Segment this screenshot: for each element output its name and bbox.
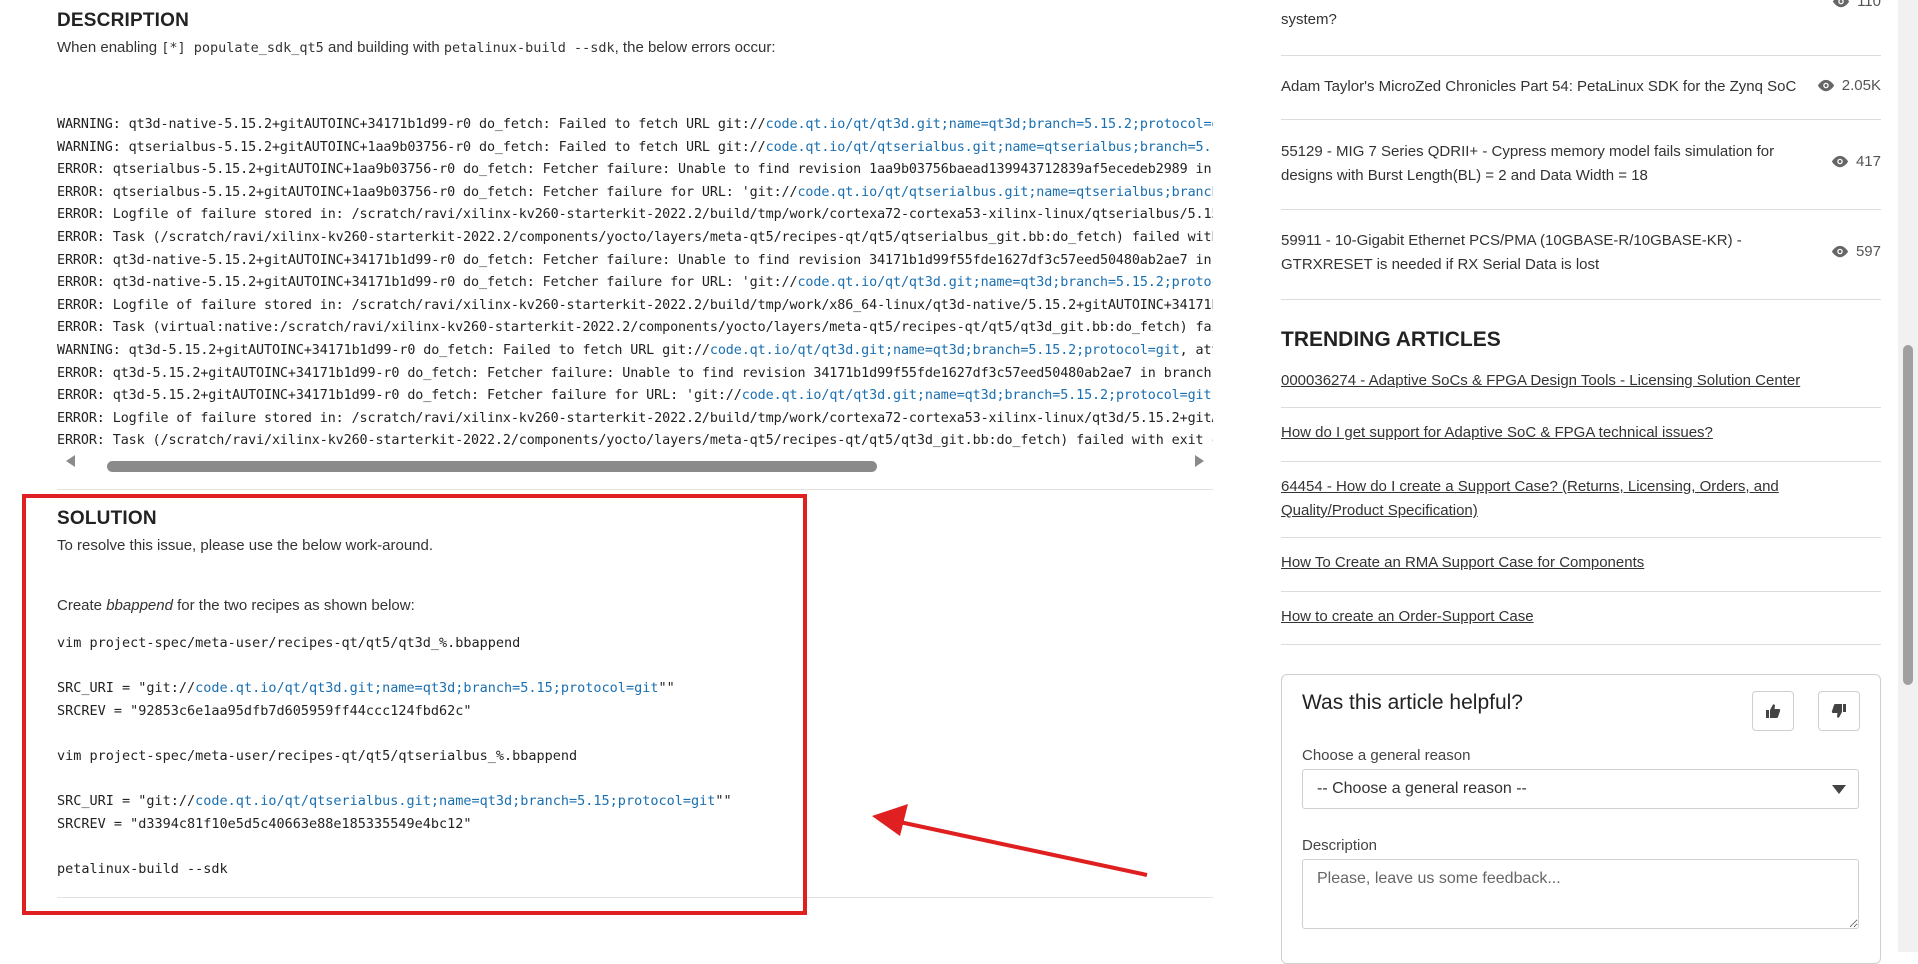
description-heading: DESCRIPTION — [57, 10, 190, 31]
trending-article-item[interactable]: How To Create an RMA Support Case for Co… — [1281, 537, 1881, 592]
view-count-value: 597 — [1855, 243, 1881, 260]
annotation-highlight-box — [22, 494, 807, 915]
chevron-down-icon — [1832, 785, 1846, 794]
intro-text: and building with — [323, 39, 444, 56]
log-line: ERROR: qtserialbus-5.15.2+gitAUTOINC+1aa… — [57, 159, 1213, 182]
intro-code-option: [*] populate_sdk_qt5 — [161, 40, 324, 56]
reason-select[interactable]: -- Choose a general reason -- — [1302, 769, 1859, 809]
eye-icon — [1832, 0, 1850, 8]
log-url-link[interactable]: code.qt.io/qt/qtserialbus.git;name=qtser… — [797, 185, 1213, 200]
related-article-item[interactable]: Adam Taylor's MicroZed Chronicles Part 5… — [1281, 55, 1881, 120]
intro-text: When enabling — [57, 39, 162, 56]
eye-icon — [1831, 155, 1849, 168]
feedback-title: Was this article helpful? — [1302, 691, 1523, 714]
thumbs-up-icon — [1766, 704, 1781, 718]
trending-articles-heading: TRENDING ARTICLES — [1281, 328, 1501, 351]
log-text: ERROR: Task (/scratch/ravi/xilinx-kv260-… — [57, 229, 1213, 245]
intro-text: , the below errors occur: — [614, 39, 776, 56]
trending-article-link[interactable]: How do I get support for Adaptive SoC & … — [1281, 421, 1881, 445]
trending-article-item[interactable]: How do I get support for Adaptive SoC & … — [1281, 407, 1881, 462]
log-line: WARNING: qt3d-5.15.2+gitAUTOINC+34171b1d… — [57, 340, 1213, 363]
view-count-value: 2.05K — [1841, 77, 1881, 94]
log-line: ERROR: Task (/scratch/ravi/xilinx-kv260-… — [57, 227, 1213, 250]
log-line: ERROR: Logfile of failure stored in: /sc… — [57, 204, 1213, 227]
view-count-value: 417 — [1855, 153, 1881, 170]
log-line: WARNING: qtserialbus-5.15.2+gitAUTOINC+1… — [57, 137, 1213, 160]
log-url-link[interactable]: code.qt.io/qt/qt3d.git;name=qt3d;branch=… — [766, 117, 1213, 132]
log-text: ERROR: qt3d-native-5.15.2+gitAUTOINC+341… — [57, 252, 1213, 268]
log-text: ERROR: Task (/scratch/ravi/xilinx-kv260-… — [57, 433, 1213, 449]
log-line: ERROR: Task (virtual:native:/scratch/rav… — [57, 317, 1213, 340]
log-text: WARNING: qt3d-native-5.15.2+gitAUTOINC+3… — [57, 117, 766, 132]
related-article-title[interactable]: system? — [1281, 8, 1801, 32]
thumbs-down-icon — [1831, 704, 1846, 718]
log-text: ERROR: qtserialbus-5.15.2+gitAUTOINC+1aa… — [57, 162, 1213, 178]
related-article-item[interactable]: system? 110 — [1281, 0, 1881, 56]
trending-article-link[interactable]: How To Create an RMA Support Case for Co… — [1281, 551, 1881, 575]
thumbs-up-button[interactable] — [1752, 691, 1794, 731]
related-article-item[interactable]: 55129 - MIG 7 Series QDRII+ - Cypress me… — [1281, 119, 1881, 210]
thumbs-down-button[interactable] — [1818, 691, 1860, 731]
log-text: WARNING: qtserialbus-5.15.2+gitAUTOINC+1… — [57, 139, 766, 155]
log-line: ERROR: qt3d-5.15.2+gitAUTOINC+34171b1d99… — [57, 385, 1213, 408]
related-article-title[interactable]: 59911 - 10-Gigabit Ethernet PCS/PMA (10G… — [1281, 229, 1801, 277]
trending-article-item[interactable]: 000036274 - Adaptive SoCs & FPGA Design … — [1281, 354, 1881, 408]
log-line: ERROR: qt3d-native-5.15.2+gitAUTOINC+341… — [57, 250, 1213, 273]
log-text: WARNING: qt3d-5.15.2+gitAUTOINC+34171b1d… — [57, 342, 710, 358]
related-article-title[interactable]: Adam Taylor's MicroZed Chronicles Part 5… — [1281, 75, 1801, 99]
log-line: ERROR: qtserialbus-5.15.2+gitAUTOINC+1aa… — [57, 182, 1213, 205]
feedback-description-input[interactable] — [1302, 859, 1859, 929]
error-log-block: WARNING: qt3d-native-5.15.2+gitAUTOINC+3… — [57, 114, 1213, 452]
log-text: , attempting MIRRORS if available — [1179, 342, 1213, 358]
log-text: ERROR: qt3d-5.15.2+gitAUTOINC+34171b1d99… — [57, 388, 742, 404]
description-label: Description — [1302, 837, 1378, 854]
log-text: ERROR: qtserialbus-5.15.2+gitAUTOINC+1aa… — [57, 184, 798, 200]
view-count: 110 — [1831, 0, 1881, 10]
log-text: ERROR: Logfile of failure stored in: /sc… — [57, 207, 1213, 223]
trending-article-item[interactable]: How to create an Order-Support Case — [1281, 591, 1881, 645]
intro-code-command: petalinux-build --sdk — [443, 40, 615, 56]
log-text: ERROR: Task (virtual:native:/scratch/rav… — [57, 320, 1213, 336]
scrollbar-thumb[interactable] — [1903, 345, 1913, 685]
log-url-link[interactable]: code.qt.io/qt/qt3d.git;name=qt3d;branch=… — [797, 275, 1213, 290]
eye-icon — [1831, 245, 1849, 258]
log-url-link[interactable]: code.qt.io/qt/qtserialbus.git;name=qtser… — [766, 140, 1213, 155]
trending-article-link[interactable]: How to create an Order-Support Case — [1281, 605, 1881, 629]
page-vertical-scrollbar[interactable] — [1898, 0, 1918, 952]
trending-article-link[interactable]: 64454 - How do I create a Support Case? … — [1281, 475, 1881, 523]
log-text: ERROR: Logfile of failure stored in: /sc… — [57, 297, 1213, 313]
reason-select-value: -- Choose a general reason -- — [1317, 780, 1527, 797]
log-line: ERROR: Task (/scratch/ravi/xilinx-kv260-… — [57, 430, 1213, 452]
log-line: WARNING: qt3d-native-5.15.2+gitAUTOINC+3… — [57, 114, 1213, 137]
log-text: ERROR: Logfile of failure stored in: /sc… — [57, 410, 1213, 426]
scroll-left-arrow-icon[interactable] — [66, 455, 75, 467]
reason-label: Choose a general reason — [1302, 747, 1471, 764]
log-text: ERROR: qt3d-native-5.15.2+gitAUTOINC+341… — [57, 275, 798, 291]
description-intro: When enabling [*] populate_sdk_qt5 and b… — [57, 39, 776, 56]
trending-article-link[interactable]: 000036274 - Adaptive SoCs & FPGA Design … — [1281, 369, 1881, 393]
view-count: 2.05K — [1816, 77, 1881, 94]
log-line: ERROR: qt3d-native-5.15.2+gitAUTOINC+341… — [57, 272, 1213, 295]
log-text: ERROR: qt3d-5.15.2+gitAUTOINC+34171b1d99… — [57, 365, 1213, 381]
related-article-item[interactable]: 59911 - 10-Gigabit Ethernet PCS/PMA (10G… — [1281, 209, 1881, 300]
feedback-panel: Was this article helpful? Choose a gener… — [1281, 674, 1881, 964]
scrollbar-thumb[interactable] — [107, 461, 877, 472]
log-line: ERROR: Logfile of failure stored in: /sc… — [57, 408, 1213, 431]
view-count-value: 110 — [1857, 0, 1881, 10]
log-line: ERROR: Logfile of failure stored in: /sc… — [57, 295, 1213, 318]
eye-icon — [1817, 79, 1834, 92]
related-article-title[interactable]: 55129 - MIG 7 Series QDRII+ - Cypress me… — [1281, 140, 1801, 188]
log-url-link[interactable]: code.qt.io/qt/qt3d.git;name=qt3d;branch=… — [710, 343, 1180, 358]
scrollbar-track[interactable] — [77, 457, 1193, 472]
log-url-link[interactable]: code.qt.io/qt/qt3d.git;name=qt3d;branch=… — [742, 388, 1213, 403]
trending-article-item[interactable]: 64454 - How do I create a Support Case? … — [1281, 461, 1881, 538]
log-horizontal-scrollbar[interactable] — [57, 452, 1213, 472]
log-line: ERROR: qt3d-5.15.2+gitAUTOINC+34171b1d99… — [57, 363, 1213, 386]
view-count: 597 — [1830, 243, 1881, 260]
view-count: 417 — [1830, 153, 1881, 170]
scroll-right-arrow-icon[interactable] — [1195, 455, 1204, 467]
section-divider — [57, 489, 1213, 490]
